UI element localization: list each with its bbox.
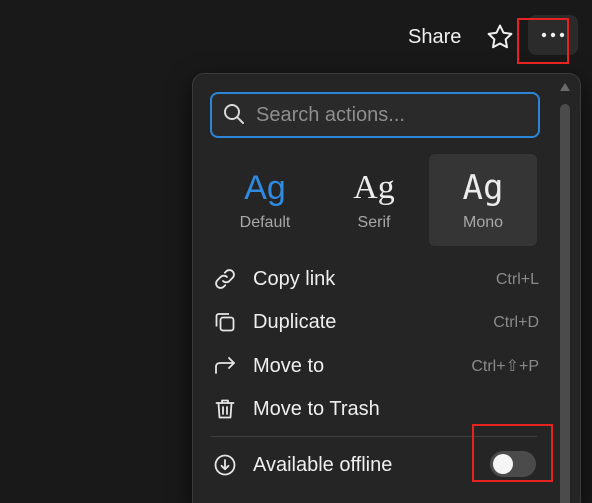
search-icon [224,104,244,124]
menu-item-move-to-trash[interactable]: Move to Trash [211,391,539,427]
shortcut-hint: Ctrl+⇧+P [471,358,539,375]
scrollbar-thumb[interactable] [560,104,570,503]
search-box [210,92,540,138]
font-option-mono[interactable]: Ag Mono [429,154,537,246]
menu-scrollbar[interactable] [557,82,573,503]
duplicate-icon [215,313,235,332]
font-preview-mono: Ag [462,168,504,208]
page: Share Ag Default Ag Serif [0,0,592,503]
menu-item-copy-link[interactable]: Copy link Ctrl+L [211,261,539,297]
download-circle-icon [214,454,236,476]
menu-item-label: Available offline [253,454,393,476]
shortcut-hint: Ctrl+L [495,271,539,288]
font-option-serif[interactable]: Ag Serif [320,154,428,246]
menu-item-label: Duplicate [253,311,337,333]
more-options-button[interactable] [528,15,578,55]
share-button[interactable]: Share [408,24,461,50]
trash-icon [215,399,235,419]
font-option-default[interactable]: Ag Default [211,154,319,246]
move-to-icon [215,357,235,374]
actions-menu: Ag Default Ag Serif Ag Mono Copy link Ct… [192,73,581,503]
menu-item-label: Copy link [253,268,336,290]
offline-toggle[interactable] [490,451,536,477]
link-icon [215,269,235,289]
menu-item-label: Move to [253,355,325,377]
shortcut-hint: Ctrl+D [493,314,539,331]
menu-item-label: Move to Trash [253,398,380,420]
font-label-mono: Mono [462,214,504,231]
font-label-default: Default [239,214,291,231]
font-label-serif: Serif [357,214,391,231]
menu-item-duplicate[interactable]: Duplicate Ctrl+D [211,304,539,340]
toggle-knob [493,454,513,474]
search-input[interactable] [254,101,528,129]
font-preview-default: Ag [244,169,286,207]
scroll-up-arrow-icon[interactable] [559,82,571,92]
star-icon[interactable] [485,22,515,52]
menu-item-move-to[interactable]: Move to Ctrl+⇧+P [211,348,539,384]
more-horizontal-icon [541,32,565,38]
menu-divider [211,436,537,437]
font-preview-serif: Ag [353,169,395,206]
